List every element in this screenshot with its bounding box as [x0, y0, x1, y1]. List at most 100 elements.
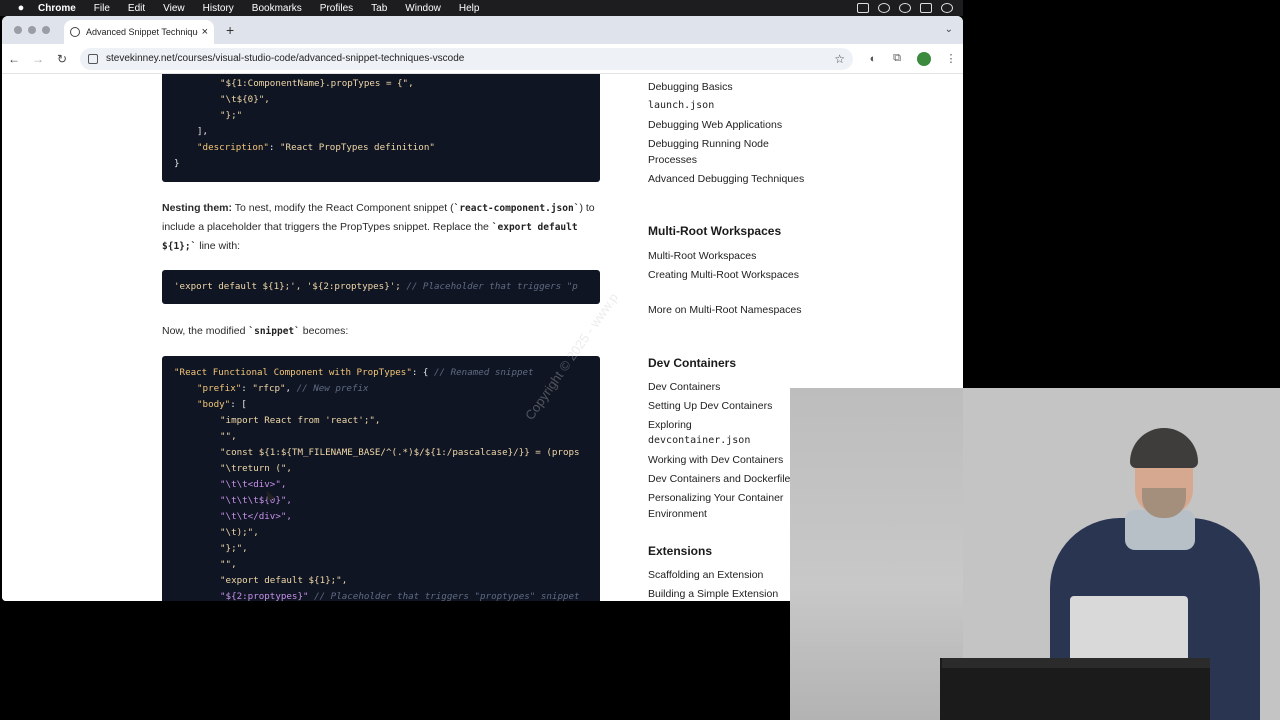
nav-heading-multi-root: Multi-Root Workspaces	[648, 224, 782, 238]
nav-link[interactable]: Multi-Root Workspaces	[648, 248, 818, 264]
close-window-button[interactable]	[14, 26, 22, 34]
code-line: "description": "React PropTypes definiti…	[197, 142, 435, 153]
status-icon-2[interactable]	[878, 3, 890, 13]
code-block-export: 'export default ${1};', '${2:proptypes}'…	[162, 270, 600, 304]
extension-icon-1[interactable]: ◐	[861, 53, 885, 65]
tab-search-chevron-icon[interactable]: ⌄	[945, 24, 953, 35]
code-line: "\t${0}",	[220, 94, 270, 105]
minimize-window-button[interactable]	[28, 26, 36, 34]
bookmark-star-icon[interactable]: ☆	[834, 52, 845, 66]
nesting-label: Nesting them:	[162, 202, 233, 214]
tab-strip: Advanced Snippet Techniques × + ⌄	[2, 16, 963, 44]
code-key: "body"	[197, 399, 231, 410]
nav-link[interactable]: Debugging Basics	[648, 79, 818, 95]
code-key: "React Functional Component with PropTyp…	[174, 367, 412, 378]
more-menu-icon[interactable]: ⋮	[939, 52, 963, 65]
para-text: To nest, modify the React Component snip…	[232, 202, 454, 214]
menu-tab[interactable]: Tab	[371, 3, 387, 14]
active-tab[interactable]: Advanced Snippet Techniques ×	[64, 20, 214, 44]
code-key: "prefix"	[197, 383, 242, 394]
inline-code: `snippet`	[248, 326, 300, 337]
menu-app-chrome[interactable]: Chrome	[38, 3, 76, 14]
para-text: line with:	[196, 240, 241, 252]
code-line: ],	[197, 126, 209, 137]
code-comment: // Placeholder that triggers "p	[406, 281, 578, 292]
tab-title: Advanced Snippet Techniques	[86, 27, 198, 37]
nav-link[interactable]: Debugging Running Node Processes	[648, 136, 818, 168]
status-icon-3[interactable]	[899, 3, 911, 13]
nav-link[interactable]: launch.json	[648, 98, 818, 114]
code-line: "React Functional Component with PropTyp…	[174, 367, 534, 378]
menu-window[interactable]: Window	[405, 3, 441, 14]
inline-code: `react-component.json`	[453, 203, 580, 214]
address-bar[interactable]: stevekinney.net/courses/visual-studio-co…	[80, 47, 853, 70]
code-line: "\t);",	[220, 527, 259, 538]
menu-view[interactable]: View	[163, 3, 185, 14]
close-tab-icon[interactable]: ×	[202, 26, 208, 38]
nav-link[interactable]: More on Multi-Root Namespaces	[648, 302, 818, 318]
url-text[interactable]: stevekinney.net/courses/visual-studio-co…	[106, 53, 834, 64]
code-line: "\t\t\t${0}",	[220, 495, 292, 506]
nav-link[interactable]: Advanced Debugging Techniques	[648, 171, 818, 187]
calendar-icon[interactable]	[920, 3, 932, 13]
modified-snippet-paragraph: Now, the modified `snippet` becomes:	[162, 322, 602, 341]
code-line: "import React from 'react';",	[220, 415, 381, 426]
code-comment: // New prefix	[296, 383, 369, 394]
profile-avatar[interactable]	[917, 51, 931, 66]
screen: ● Chrome File Edit View History Bookmark…	[0, 0, 1280, 720]
speaker-video-feed	[790, 388, 1280, 720]
browser-toolbar: ← → ↻ stevekinney.net/courses/visual-stu…	[2, 44, 963, 74]
nav-heading-dev-containers: Dev Containers	[648, 356, 737, 370]
code-line: "",	[220, 559, 237, 570]
podium-top	[942, 658, 1210, 668]
forward-arrow-icon[interactable]: →	[26, 52, 50, 66]
code-punct: : [	[230, 399, 247, 410]
menu-edit[interactable]: Edit	[128, 3, 145, 14]
nav-link[interactable]: Debugging Web Applications	[648, 117, 818, 133]
code-text: 'export default ${1};', '${2:proptypes}'…	[174, 281, 407, 292]
code-line: 'export default ${1};', '${2:proptypes}'…	[174, 281, 578, 292]
code-line: "${2:proptypes}" // Placeholder that tri…	[220, 591, 580, 601]
code-comment: // Renamed snippet	[434, 367, 534, 378]
code-line: "\treturn (",	[220, 463, 292, 474]
new-tab-button[interactable]: +	[226, 22, 234, 38]
code-value: "React PropTypes definition"	[280, 142, 435, 153]
nav-link[interactable]: Creating Multi-Root Workspaces	[648, 267, 818, 283]
code-comment: // Placeholder that triggers "proptypes"…	[314, 591, 580, 601]
laptop	[1070, 596, 1188, 666]
code-value: "${2:proptypes}"	[220, 591, 309, 601]
nav-heading-extensions: Extensions	[648, 544, 713, 558]
para-text: becomes:	[299, 325, 349, 337]
favicon-icon	[70, 27, 80, 37]
code-line: "prefix": "rfcp", // New prefix	[197, 383, 369, 394]
nesting-paragraph: Nesting them: To nest, modify the React …	[162, 199, 602, 256]
zoom-window-button[interactable]	[42, 26, 50, 34]
code-line: "const ${1:${TM_FILENAME_BASE/^(.*)$/${1…	[220, 447, 580, 458]
extensions-puzzle-icon[interactable]: ⧉	[885, 52, 909, 65]
code-block-rfcp: "React Functional Component with PropTyp…	[162, 356, 600, 601]
menu-bookmarks[interactable]: Bookmarks	[252, 3, 302, 14]
menu-profiles[interactable]: Profiles	[320, 3, 353, 14]
code-line: "\t\t<div>",	[220, 479, 287, 490]
code-key: "description"	[197, 142, 269, 153]
window-controls	[14, 26, 50, 34]
back-arrow-icon[interactable]: ←	[2, 52, 26, 66]
code-line: "export default ${1};",	[220, 575, 348, 586]
menu-help[interactable]: Help	[459, 3, 480, 14]
status-icon-5[interactable]	[941, 3, 953, 13]
apple-icon[interactable]: ●	[14, 1, 28, 15]
code-punct: : {	[411, 367, 434, 378]
code-line: "${1:ComponentName}.propTypes = {",	[220, 78, 414, 89]
reload-icon[interactable]: ↻	[50, 52, 74, 66]
code-line: }	[174, 158, 180, 169]
menu-file[interactable]: File	[94, 3, 110, 14]
code-line: "};",	[220, 543, 248, 554]
code-line: "body": [	[197, 399, 247, 410]
status-icon-1[interactable]	[857, 3, 869, 13]
code-line: "};"	[220, 110, 243, 121]
menu-history[interactable]: History	[203, 3, 234, 14]
code-line: "",	[220, 431, 237, 442]
site-info-icon[interactable]	[88, 53, 98, 64]
macos-menubar: ● Chrome File Edit View History Bookmark…	[0, 0, 963, 16]
code-line: "\t\t</div>",	[220, 511, 292, 522]
